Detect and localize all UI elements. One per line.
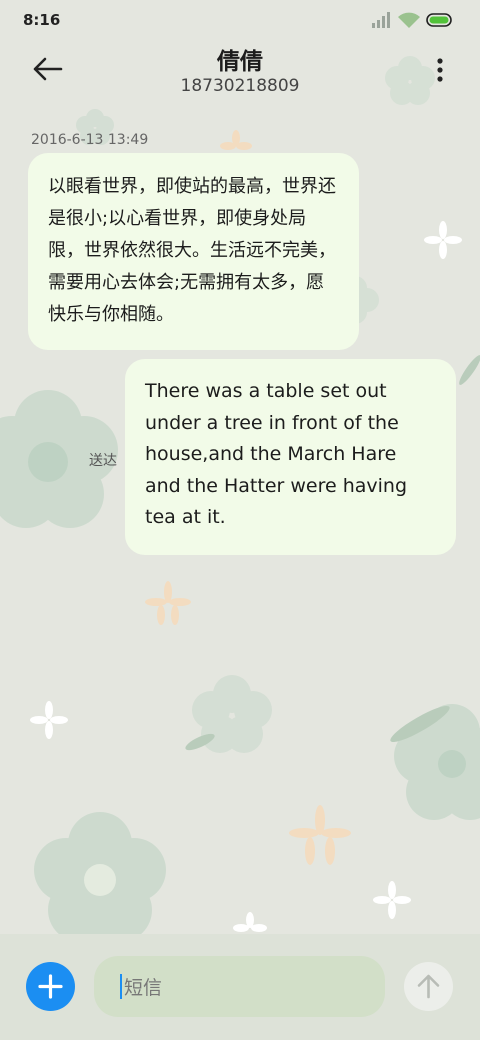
incoming-message-text: 以眼看世界，即使站的最高，世界还是很小;以心看世界，即使身处局限，世界依然很大。… <box>48 176 336 325</box>
incoming-message-bubble[interactable]: 以眼看世界，即使站的最高，世界还是很小;以心看世界，即使身处局限，世界依然很大。… <box>28 153 359 350</box>
status-bar: 8:16 <box>0 0 480 40</box>
contact-phone-number: 18730218809 <box>180 76 300 96</box>
status-icons <box>372 12 454 28</box>
status-time: 8:16 <box>23 11 61 29</box>
outgoing-message-text: There was a table set out under a tree i… <box>145 380 408 528</box>
plus-icon <box>38 974 63 999</box>
outgoing-message-bubble[interactable]: There was a table set out under a tree i… <box>125 359 456 555</box>
wifi-icon <box>398 12 420 28</box>
text-cursor <box>120 974 122 999</box>
composer-bar <box>0 934 480 1040</box>
message-input-box[interactable] <box>94 956 385 1019</box>
contact-name: 倩倩 <box>217 49 263 75</box>
arrow-up-icon <box>417 974 440 999</box>
signal-icon <box>372 12 390 28</box>
add-attachment-button[interactable] <box>26 962 75 1011</box>
more-vertical-icon[interactable] <box>436 58 444 82</box>
battery-icon <box>426 13 452 27</box>
delivery-status: 送达 <box>89 453 117 469</box>
conversation-header: 倩倩 18730218809 <box>0 40 480 110</box>
message-timestamp: 2016-6-13 13:49 <box>31 132 149 148</box>
send-button[interactable] <box>404 962 453 1011</box>
message-input[interactable] <box>122 956 366 1019</box>
